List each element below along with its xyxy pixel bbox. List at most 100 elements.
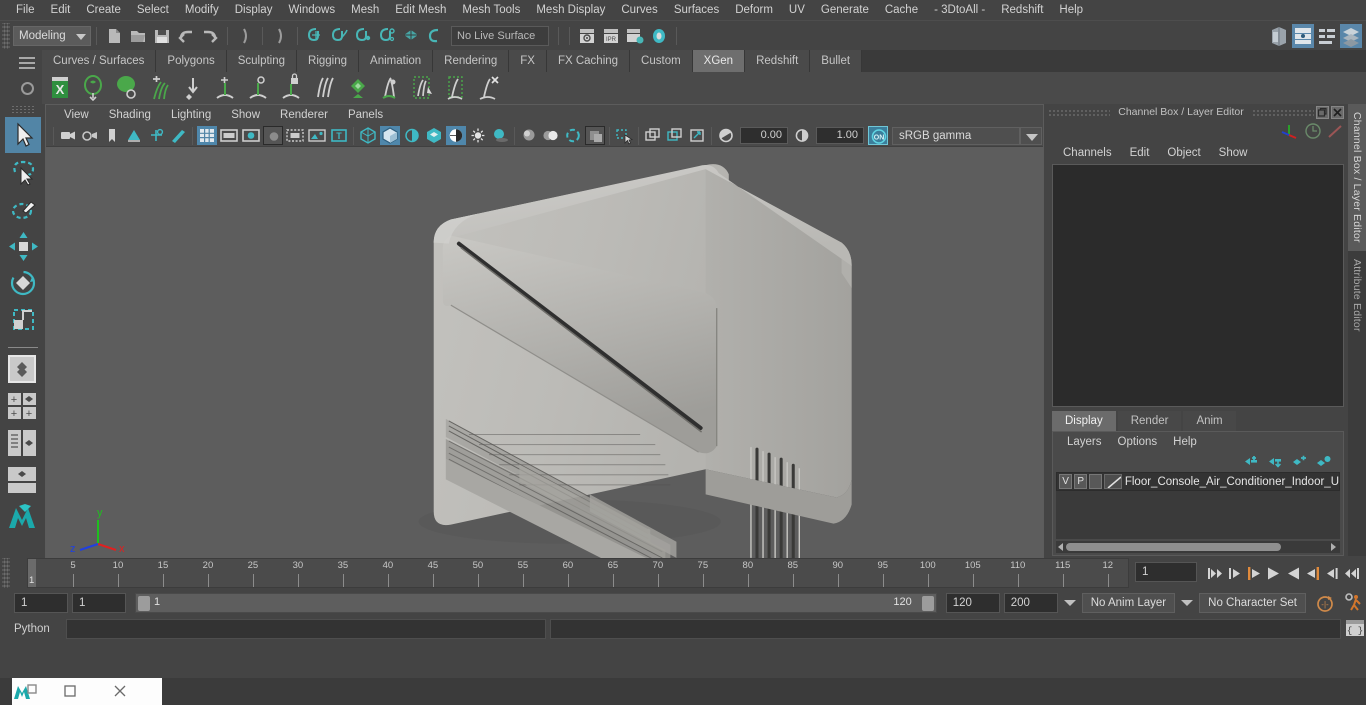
menu-edit-mesh[interactable]: Edit Mesh	[387, 0, 454, 20]
animation-preferences-icon[interactable]	[1342, 592, 1366, 614]
color-management-dropdown-icon[interactable]	[1020, 126, 1042, 145]
right-tab-attribute-editor[interactable]: Attribute Editor	[1348, 250, 1366, 340]
shelf-tab-curves-surfaces[interactable]: Curves / Surfaces	[42, 50, 157, 72]
exposure-field[interactable]: 0.00	[740, 127, 788, 144]
shelf-tab-sculpting[interactable]: Sculpting	[226, 50, 298, 72]
hypershade-icon[interactable]	[648, 25, 670, 47]
anim-layer-field[interactable]: No Anim Layer	[1081, 593, 1176, 613]
close-icon[interactable]	[112, 678, 162, 705]
angle-icon[interactable]	[1326, 123, 1344, 141]
play-forwards-icon[interactable]	[1286, 566, 1301, 581]
move-layer-down-icon[interactable]	[1268, 455, 1283, 468]
viewport-menu-renderer[interactable]: Renderer	[270, 105, 338, 125]
snap-to-curve-icon[interactable]	[328, 25, 350, 47]
xgen-cut-icon[interactable]	[442, 73, 472, 103]
menu-file[interactable]: File	[8, 0, 43, 20]
range-left-handle[interactable]	[138, 596, 150, 611]
new-scene-icon[interactable]	[103, 25, 125, 47]
range-bar[interactable]: 1 120	[135, 593, 937, 613]
panel-grip-right[interactable]	[1251, 108, 1314, 116]
menu-select[interactable]: Select	[129, 0, 177, 20]
select-by-hierarchy-icon[interactable]	[234, 25, 256, 47]
menu-redshift[interactable]: Redshift	[993, 0, 1051, 20]
grease-pencil-icon[interactable]	[168, 126, 188, 145]
options-menu[interactable]: Options	[1110, 436, 1166, 448]
snap-to-point-icon[interactable]	[352, 25, 374, 47]
panel-grip-left[interactable]	[1048, 108, 1111, 116]
close-icon[interactable]	[1331, 105, 1344, 119]
exposure-icon[interactable]	[716, 126, 736, 145]
layout-persp-graph-button[interactable]	[5, 465, 41, 501]
textured-icon[interactable]	[446, 126, 466, 145]
tab-render[interactable]: Render	[1117, 411, 1182, 431]
animation-end-field[interactable]: 200	[1003, 593, 1058, 613]
shelf-tab-rigging[interactable]: Rigging	[297, 50, 360, 72]
command-language-label[interactable]: Python	[14, 623, 66, 635]
menu-set-selector[interactable]: Modeling	[13, 25, 91, 46]
viewport-menu-shading[interactable]: Shading	[99, 105, 161, 125]
shelf-menu-icon[interactable]	[19, 57, 35, 69]
snap-to-view-plane-icon[interactable]	[400, 25, 422, 47]
maximize-icon[interactable]	[62, 678, 112, 705]
create-layer-from-selected-icon[interactable]	[1316, 455, 1331, 468]
shelf-tab-xgen[interactable]: XGen	[692, 50, 746, 72]
xgen-add-guides-icon[interactable]	[145, 73, 175, 103]
manipulator-icon[interactable]	[1280, 121, 1300, 141]
xgen-guide-region-icon[interactable]	[244, 73, 274, 103]
scrollbar-thumb[interactable]	[1066, 543, 1281, 551]
scroll-right-arrow-icon[interactable]	[1328, 542, 1338, 552]
layers-menu[interactable]: Layers	[1059, 436, 1110, 448]
show-menu[interactable]: Show	[1210, 147, 1257, 159]
step-back-keyframe-icon[interactable]	[1228, 566, 1242, 581]
current-frame-field[interactable]: 1	[1135, 562, 1197, 582]
scroll-left-arrow-icon[interactable]	[1056, 542, 1066, 552]
isolate-select-icon[interactable]	[585, 126, 605, 145]
xgen-clump-icon[interactable]	[376, 73, 406, 103]
shelf-tab-rendering[interactable]: Rendering	[433, 50, 510, 72]
xgen-editor-icon[interactable]: X	[46, 73, 76, 103]
shelf-tab-redshift[interactable]: Redshift	[745, 50, 811, 72]
screen-space-ao-icon[interactable]	[519, 126, 539, 145]
menu-help[interactable]: Help	[1051, 0, 1091, 20]
menu-surfaces[interactable]: Surfaces	[666, 0, 727, 20]
playback-end-field[interactable]: 120	[945, 593, 1000, 613]
attribute-editor-icon[interactable]	[1292, 24, 1314, 48]
layer-playback-toggle[interactable]: P	[1074, 474, 1088, 489]
xgen-select-guides-icon[interactable]	[178, 73, 208, 103]
current-time-indicator[interactable]: 1	[28, 559, 36, 587]
bookmark-icon[interactable]	[102, 126, 122, 145]
go-to-end-icon[interactable]	[1344, 566, 1360, 581]
step-forward-frame-icon[interactable]	[1306, 566, 1320, 581]
tool-settings-icon[interactable]	[1316, 24, 1338, 48]
xgen-preview-icon[interactable]	[112, 73, 142, 103]
xgen-comb-icon[interactable]	[310, 73, 340, 103]
menu-uv[interactable]: UV	[781, 0, 813, 20]
menu-windows[interactable]: Windows	[280, 0, 343, 20]
xray-active-components-icon[interactable]	[665, 126, 685, 145]
create-empty-layer-icon[interactable]	[1292, 455, 1307, 468]
edit-menu[interactable]: Edit	[1121, 147, 1159, 159]
character-set-dropdown-icon[interactable]	[1179, 593, 1195, 613]
grid-toggle-icon[interactable]	[197, 126, 217, 145]
xgen-noise-icon[interactable]	[343, 73, 373, 103]
viewport-menu-lighting[interactable]: Lighting	[161, 105, 221, 125]
channel-box-list[interactable]	[1052, 164, 1344, 407]
xray-joints-icon[interactable]	[643, 126, 663, 145]
menu-cache[interactable]: Cache	[877, 0, 926, 20]
xgen-lock-guide-icon[interactable]	[277, 73, 307, 103]
viewport-snapshot-icon[interactable]	[687, 126, 707, 145]
shelf-options-gear-icon[interactable]	[21, 82, 34, 95]
move-tool-button[interactable]	[5, 228, 41, 264]
object-menu[interactable]: Object	[1158, 147, 1209, 159]
character-set-field[interactable]: No Character Set	[1199, 593, 1306, 613]
move-layer-up-icon[interactable]	[1244, 455, 1259, 468]
render-current-frame-icon[interactable]	[576, 25, 598, 47]
range-right-handle[interactable]	[921, 596, 934, 611]
select-by-object-icon[interactable]	[269, 25, 291, 47]
layout-outliner-persp-button[interactable]	[5, 428, 41, 464]
script-editor-icon[interactable]: { }	[1344, 618, 1366, 640]
tab-anim[interactable]: Anim	[1183, 411, 1236, 431]
maya-app-icon[interactable]	[12, 678, 62, 705]
shelf-tab-polygons[interactable]: Polygons	[156, 50, 227, 72]
menu-modify[interactable]: Modify	[177, 0, 227, 20]
